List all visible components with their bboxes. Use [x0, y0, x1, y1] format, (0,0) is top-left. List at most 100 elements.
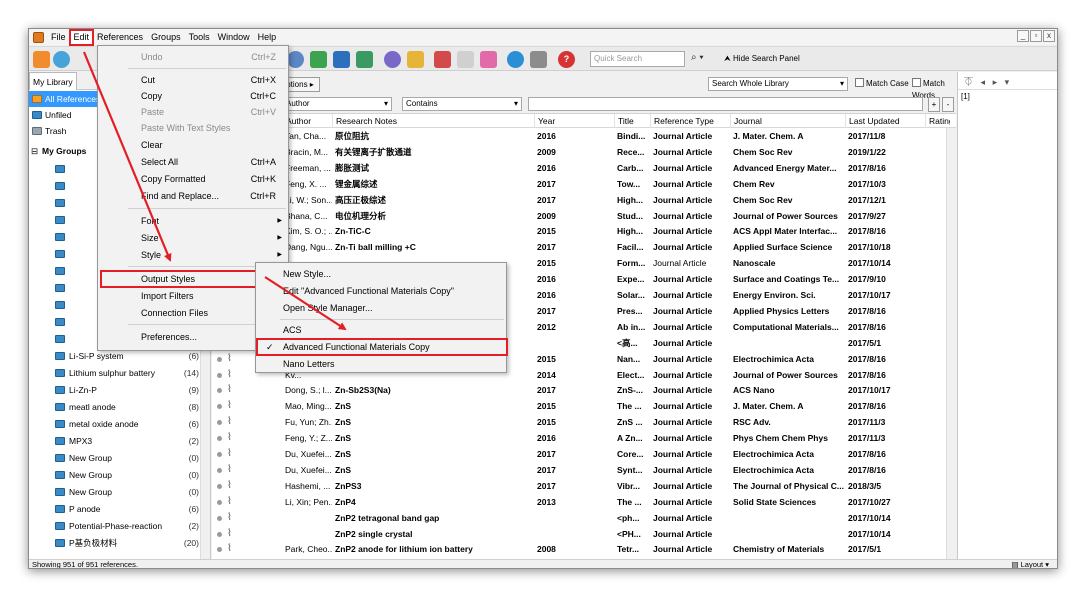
online-mode-icon[interactable] [33, 51, 50, 68]
submenu-style-nano-letters[interactable]: Nano Letters [256, 356, 506, 372]
group-item[interactable]: P anode (6) [29, 501, 211, 517]
submenu-new-style[interactable]: New Style... [256, 266, 506, 282]
match-case-checkbox[interactable]: Match Case [855, 78, 909, 90]
next-icon[interactable]: ▸ [993, 77, 998, 87]
menu-size[interactable]: Size ▶ [98, 230, 288, 246]
menu-clear[interactable]: Clear [98, 137, 288, 153]
menu-style[interactable]: Style ▶ [98, 247, 288, 263]
share-icon[interactable] [356, 51, 373, 68]
group-item[interactable]: Li-Zn-P (9) [29, 382, 211, 398]
attachment-icon[interactable]: ⏁ [964, 77, 973, 87]
menu-cut[interactable]: Cut Ctrl+X [98, 72, 288, 88]
column-journal[interactable]: Journal [730, 114, 845, 128]
table-row[interactable]: ⌇ ZnP2 single crystal <PH... Journal Articl… [212, 527, 950, 542]
restore-button[interactable]: ▫ [1030, 30, 1042, 42]
table-row[interactable]: ⌇Bracin, M...有关锂离子扩散通道2009Rece...Journal… [212, 145, 950, 160]
menu-groups[interactable]: Groups [147, 30, 185, 45]
menu-paste-with-text-styles[interactable]: Paste With Text Styles [98, 120, 288, 136]
column-research-notes[interactable]: Research Notes [332, 114, 532, 128]
globe-icon[interactable] [53, 51, 70, 68]
column-rating[interactable]: Rating [925, 114, 950, 128]
table-row[interactable]: ⌇ Du, Xuefei... ZnS 2017 Synt... Journal Arti… [212, 463, 950, 478]
search-field-select[interactable]: Author ▾ [282, 97, 392, 111]
table-row[interactable]: ⌇ Mao, Ming... ZnS 2015 The ... Journal Artic… [212, 399, 950, 414]
group-item[interactable]: metal oxide anode (6) [29, 416, 211, 432]
table-row[interactable]: ⌇ Feng, Y.; Z... ZnS 2016 A Zn... Journal Art… [212, 431, 950, 446]
group-item[interactable]: MPX3 (2) [29, 433, 211, 449]
column-author[interactable]: Author [282, 114, 332, 128]
remove-row-button[interactable]: - [942, 97, 954, 112]
table-row[interactable]: ⌇Dang, Ngu...Zn-Ti ball milling +C2017Fa… [212, 240, 950, 255]
share-group-icon[interactable] [530, 51, 547, 68]
menu-copy[interactable]: Copy Ctrl+C [98, 88, 288, 104]
tab-my-library[interactable]: My Library [29, 72, 77, 90]
table-row[interactable]: ⌇Tan, Cha...原位阻抗2016Bindi...Journal Arti… [212, 129, 950, 144]
quick-search-input[interactable]: Quick Search [590, 51, 685, 67]
table-cell: Journal Article [653, 242, 713, 253]
help-icon[interactable]: ? [558, 51, 575, 68]
hide-search-panel-button[interactable]: ⮝ Hide Search Panel [724, 51, 800, 67]
menu-window[interactable]: Window [214, 30, 254, 45]
submenu-edit-style[interactable]: Edit "Advanced Functional Materials Copy… [256, 283, 506, 299]
checkmark-icon: ✓ [266, 342, 274, 352]
menu-font[interactable]: Font ▶ [98, 213, 288, 229]
search-icon[interactable]: ⌕ ▾ [691, 52, 704, 63]
layout-button[interactable]: ▤ Layout ▾ [1011, 560, 1049, 568]
menu-undo[interactable]: Undo Ctrl+Z [98, 49, 288, 65]
column-title[interactable]: Title [614, 114, 650, 128]
menu-find-replace[interactable]: Find and Replace... Ctrl+R [98, 188, 288, 204]
submenu-style-afm-copy[interactable]: ✓ Advanced Functional Materials Copy [256, 338, 508, 356]
pdf-icon[interactable] [434, 51, 451, 68]
search-operator-select[interactable]: Contains ▾ [402, 97, 522, 111]
group-item[interactable]: P基负极材料 (20) [29, 535, 211, 551]
menu-edit[interactable]: Edit [68, 29, 95, 46]
table-row[interactable]: ⌇ Du, Xuefei... ZnS 2017 Core... Journal Arti… [212, 447, 950, 462]
folder-icon[interactable] [407, 51, 424, 68]
download-icon[interactable] [310, 51, 327, 68]
table-row[interactable]: ⌇Kim, S. O.; ...Zn-TiC-C2015High...Journ… [212, 224, 950, 239]
column-reference-type[interactable]: Reference Type [650, 114, 730, 128]
group-item[interactable]: Lithium sulphur battery (14) [29, 365, 211, 381]
column-year[interactable]: Year [534, 114, 614, 128]
menu-file[interactable]: File [47, 30, 70, 45]
menu-help[interactable]: Help [254, 30, 281, 45]
upload-icon[interactable] [333, 51, 350, 68]
close-button[interactable]: x [1043, 30, 1055, 42]
group-item[interactable]: New Group (0) [29, 467, 211, 483]
menu-paste[interactable]: Paste Ctrl+V [98, 104, 288, 120]
prev-icon[interactable]: ◂ [981, 77, 986, 87]
table-row[interactable]: ⌇Freeman, ...膨胀测试2016Carb...Journal Arti… [212, 161, 950, 176]
table-row[interactable]: ⌇ Park, Cheo... ZnP2 anode for lithium ion… [212, 542, 950, 557]
find-fulltext-icon[interactable] [384, 51, 401, 68]
table-row[interactable]: ⌇Bhana, C...电位机理分析2009Stud...Journal Art… [212, 209, 950, 224]
note-icon[interactable] [457, 51, 474, 68]
menu-select-all[interactable]: Select All Ctrl+A [98, 154, 288, 170]
table-row[interactable]: ⌇ Fu, Yun; Zh... ZnS 2015 ZnS ... Journal Art… [212, 415, 950, 430]
table-row[interactable]: ⌇ Hashemi, ... ZnPS3 2017 Vibr... Journal Art… [212, 479, 950, 494]
table-cell: Journal Article [653, 146, 713, 157]
chevron-down-icon[interactable]: ▾ [1005, 77, 1010, 87]
menu-tools[interactable]: Tools [185, 30, 214, 45]
submenu-style-acs[interactable]: ACS [256, 322, 506, 338]
search-icon[interactable] [287, 51, 304, 68]
group-item[interactable]: meatl anode (8) [29, 399, 211, 415]
minimize-button[interactable]: _ [1017, 30, 1029, 42]
group-item[interactable]: Potential-Phase-reaction (2) [29, 518, 211, 534]
search-term-input[interactable] [528, 97, 923, 111]
table-row[interactable]: ⌇Feng, X. ...锂金属综述2017Tow...Journal Arti… [212, 177, 950, 192]
table-row[interactable]: ⌇Li, W.; Son...高压正极综述2017High...Journal … [212, 193, 950, 208]
table-row[interactable]: ⌇ Li, Xin; Pen... ZnP4 2013 The ... Journal A… [212, 495, 950, 510]
table-row[interactable]: ⌇ ZnP2 tetragonal band gap <ph... Journal A… [212, 511, 950, 526]
menu-references[interactable]: References [93, 30, 147, 45]
table-row[interactable]: ⌇ Dong, S.; l... Zn-Sb2S3(Na) 2017 ZnS-... Jo… [212, 383, 950, 398]
sync-icon[interactable] [507, 51, 524, 68]
search-scope-select[interactable]: Search Whole Library ▾ [708, 77, 848, 91]
menu-copy-formatted[interactable]: Copy Formatted Ctrl+K [98, 171, 288, 187]
add-row-button[interactable]: + [928, 97, 940, 112]
insert-citation-icon[interactable] [480, 51, 497, 68]
submenu-open-style-manager[interactable]: Open Style Manager... [256, 300, 506, 316]
column-last-updated[interactable]: Last Updated [845, 114, 925, 128]
group-item[interactable]: New Group (0) [29, 450, 211, 466]
references-scrollbar[interactable] [946, 128, 956, 559]
group-item[interactable]: New Group (0) [29, 484, 211, 500]
